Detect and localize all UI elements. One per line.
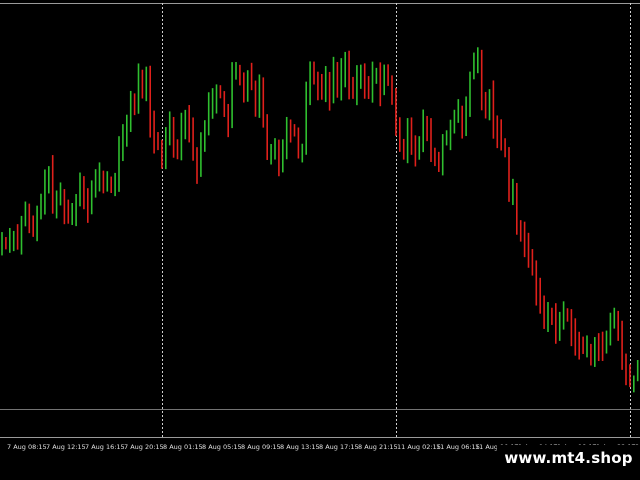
time-label: 8 Aug 13:15 [280,443,320,451]
time-label: 8 Aug 09:15 [241,443,281,451]
time-label: 7 Aug 08:15 [7,443,47,451]
time-label: 11 Aug 02:15 [397,443,441,451]
time-label: 7 Aug 12:15 [46,443,86,451]
time-label: 7 Aug 20:15 [124,443,164,451]
time-label: 8 Aug 05:15 [202,443,242,451]
time-label: 7 Aug 16:15 [85,443,125,451]
price-chart[interactable]: 7 Aug 08:15 7 Aug 12:15 7 Aug 16:15 7 Aug 2… [0,0,640,480]
time-label: 8 Aug 17:15 [319,443,359,451]
watermark-text: www.mt4.shop [497,445,640,471]
time-label: 11 Aug 06:15 [436,443,480,451]
time-label: 8 Aug 21:15 [358,443,398,451]
time-label: 8 Aug 01:15 [163,443,203,451]
chart-background [0,0,640,480]
